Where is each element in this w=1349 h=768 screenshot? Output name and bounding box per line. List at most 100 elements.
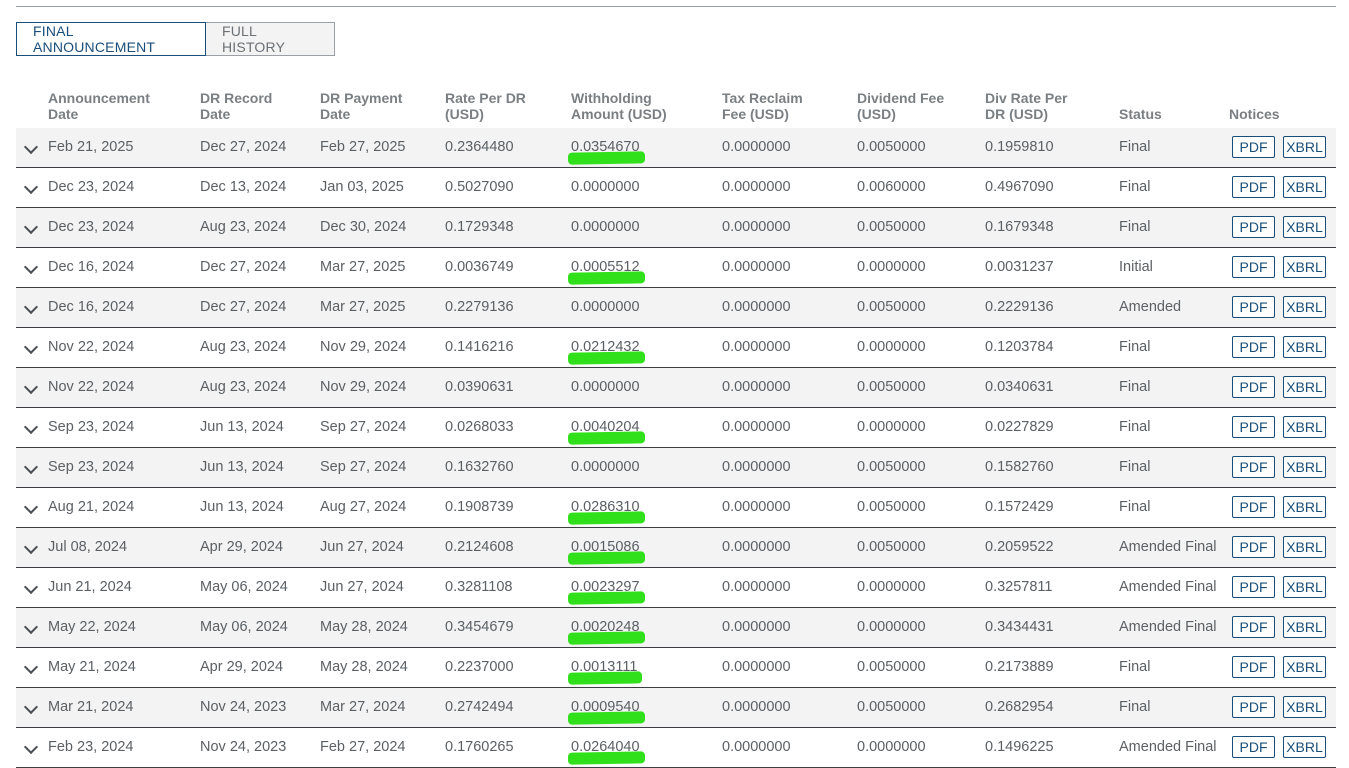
xbrl-button[interactable]: XBRL [1283,656,1326,678]
tax-reclaim-fee: 0.0000000 [722,139,791,155]
xbrl-button[interactable]: XBRL [1283,456,1326,478]
pdf-button[interactable]: PDF [1232,416,1275,438]
announcement-date: Dec 23, 2024 [48,219,135,235]
xbrl-button[interactable]: XBRL [1283,576,1326,598]
col-dividend-fee[interactable]: Dividend Fee (USD) [857,90,944,122]
chevron-down-icon[interactable] [23,619,39,635]
table-row[interactable]: Aug 21, 2024 Jun 13, 2024 Aug 27, 2024 0.19… [16,488,1336,528]
xbrl-button[interactable]: XBRL [1283,696,1326,718]
pdf-button[interactable]: PDF [1232,256,1275,278]
pdf-button[interactable]: PDF [1232,616,1275,638]
chevron-down-icon[interactable] [23,219,39,235]
chevron-down-icon[interactable] [23,419,39,435]
tab-full-history[interactable]: FULL HISTORY [206,22,335,56]
xbrl-button[interactable]: XBRL [1283,496,1326,518]
dividend-fee: 0.0050000 [857,659,926,675]
tab-final-announcement[interactable]: FINAL ANNOUNCEMENT [16,22,206,56]
table-row[interactable]: Sep 23, 2024 Jun 13, 2024 Sep 27, 2024 0.02… [16,408,1336,448]
xbrl-button[interactable]: XBRL [1283,216,1326,238]
rate-per-dr: 0.0390631 [445,379,514,395]
div-rate-per-dr: 0.2173889 [985,659,1054,675]
rate-per-dr: 0.2124608 [445,539,514,555]
xbrl-button[interactable]: XBRL [1283,256,1326,278]
xbrl-button[interactable]: XBRL [1283,336,1326,358]
chevron-down-icon[interactable] [23,459,39,475]
col-dr-payment-date[interactable]: DR Payment Date [320,90,402,122]
div-rate-per-dr: 0.1582760 [985,459,1054,475]
dr-record-date: Aug 23, 2024 [200,379,287,395]
pdf-button[interactable]: PDF [1232,656,1275,678]
chevron-down-icon[interactable] [23,179,39,195]
withholding-amount: 0.0000000 [571,299,640,315]
rate-per-dr: 0.2742494 [445,699,514,715]
status: Final [1119,419,1151,435]
table-row[interactable]: Feb 21, 2025 Dec 27, 2024 Feb 27, 2025 0.23… [16,128,1336,168]
dividend-fee: 0.0000000 [857,259,926,275]
chevron-down-icon[interactable] [23,739,39,755]
chevron-down-icon[interactable] [23,539,39,555]
table-row[interactable]: Nov 22, 2024 Aug 23, 2024 Nov 29, 2024 0.14… [16,328,1336,368]
chevron-down-icon[interactable] [23,579,39,595]
chevron-down-icon[interactable] [23,139,39,155]
chevron-down-icon[interactable] [23,499,39,515]
pdf-button[interactable]: PDF [1232,296,1275,318]
chevron-down-icon[interactable] [23,299,39,315]
col-announcement-date[interactable]: Announcement Date [48,90,150,122]
table-row[interactable]: Dec 23, 2024 Aug 23, 2024 Dec 30, 2024 0.17… [16,208,1336,248]
status: Final [1119,339,1151,355]
table-row[interactable]: Dec 23, 2024 Dec 13, 2024 Jan 03, 2025 0.50… [16,168,1336,208]
status: Final [1119,459,1151,475]
xbrl-button[interactable]: XBRL [1283,296,1326,318]
chevron-down-icon[interactable] [23,699,39,715]
xbrl-button[interactable]: XBRL [1283,536,1326,558]
status: Amended Final [1119,579,1217,595]
pdf-button[interactable]: PDF [1232,496,1275,518]
pdf-button[interactable]: PDF [1232,736,1275,758]
pdf-button[interactable]: PDF [1232,696,1275,718]
table-row[interactable]: Feb 23, 2024 Nov 24, 2023 Feb 27, 2024 0.17… [16,728,1336,768]
withholding-amount: 0.0286310 [571,499,640,515]
withholding-amount: 0.0212432 [571,339,640,355]
table-row[interactable]: Mar 21, 2024 Nov 24, 2023 Mar 27, 2024 0.27… [16,688,1336,728]
col-rate-per-dr[interactable]: Rate Per DR (USD) [445,90,526,122]
xbrl-button[interactable]: XBRL [1283,176,1326,198]
xbrl-button[interactable]: XBRL [1283,416,1326,438]
pdf-button[interactable]: PDF [1232,536,1275,558]
pdf-button[interactable]: PDF [1232,136,1275,158]
chevron-down-icon[interactable] [23,379,39,395]
col-status[interactable]: Status [1119,106,1162,122]
pdf-button[interactable]: PDF [1232,376,1275,398]
div-rate-per-dr: 0.2229136 [985,299,1054,315]
table-row[interactable]: May 21, 2024 Apr 29, 2024 May 28, 2024 0.22… [16,648,1336,688]
xbrl-button[interactable]: XBRL [1283,136,1326,158]
dr-payment-date: Jun 27, 2024 [320,539,404,555]
xbrl-button[interactable]: XBRL [1283,616,1326,638]
announcement-date: Feb 21, 2025 [48,139,134,155]
pdf-button[interactable]: PDF [1232,176,1275,198]
pdf-button[interactable]: PDF [1232,456,1275,478]
col-dr-record-date[interactable]: DR Record Date [200,90,272,122]
xbrl-button[interactable]: XBRL [1283,376,1326,398]
chevron-down-icon[interactable] [23,259,39,275]
xbrl-button[interactable]: XBRL [1283,736,1326,758]
pdf-button[interactable]: PDF [1232,336,1275,358]
dr-payment-date: Dec 30, 2024 [320,219,407,235]
table-row[interactable]: Nov 22, 2024 Aug 23, 2024 Nov 29, 2024 0.03… [16,368,1336,408]
col-withholding-amount[interactable]: Withholding Amount (USD) [571,90,667,122]
pdf-button[interactable]: PDF [1232,216,1275,238]
chevron-down-icon[interactable] [23,339,39,355]
table-row[interactable]: Sep 23, 2024 Jun 13, 2024 Sep 27, 2024 0.16… [16,448,1336,488]
dr-payment-date: Sep 27, 2024 [320,419,407,435]
table-row[interactable]: Dec 16, 2024 Dec 27, 2024 Mar 27, 2025 0.22… [16,288,1336,328]
table-row[interactable]: May 22, 2024 May 06, 2024 May 28, 2024 0.34… [16,608,1336,648]
col-tax-reclaim-fee[interactable]: Tax Reclaim Fee (USD) [722,90,803,122]
dr-payment-date: Mar 27, 2025 [320,259,406,275]
col-div-rate-per-dr[interactable]: Div Rate Per DR (USD) [985,90,1067,122]
dr-payment-date: Jan 03, 2025 [320,179,404,195]
chevron-down-icon[interactable] [23,659,39,675]
table-header: Announcement Date DR Record Date DR Paym… [16,88,1336,128]
table-row[interactable]: Jul 08, 2024 Apr 29, 2024 Jun 27, 2024 0.21… [16,528,1336,568]
table-row[interactable]: Jun 21, 2024 May 06, 2024 Jun 27, 2024 0.32… [16,568,1336,608]
pdf-button[interactable]: PDF [1232,576,1275,598]
table-row[interactable]: Dec 16, 2024 Dec 27, 2024 Mar 27, 2025 0.00… [16,248,1336,288]
